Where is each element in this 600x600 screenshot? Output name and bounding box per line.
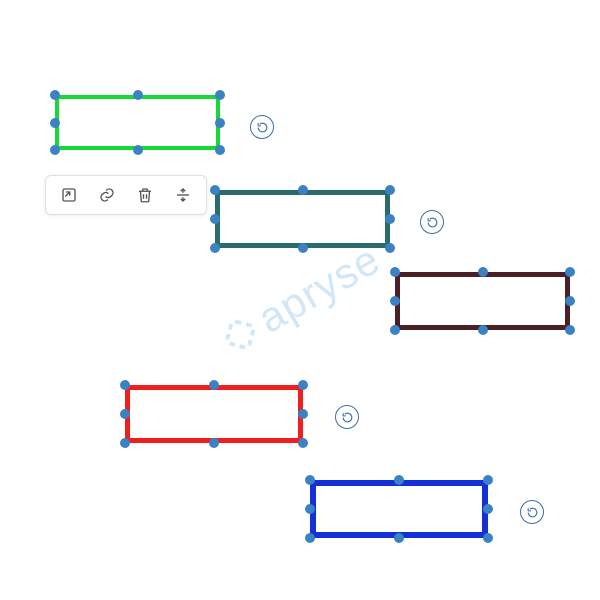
resize-handle[interactable] xyxy=(298,380,308,390)
resize-handle[interactable] xyxy=(50,90,60,100)
style-icon xyxy=(60,186,78,204)
resize-handle[interactable] xyxy=(215,90,225,100)
resize-handle[interactable] xyxy=(133,90,143,100)
resize-handle[interactable] xyxy=(298,243,308,253)
link-icon xyxy=(98,186,116,204)
rotate-button[interactable] xyxy=(520,500,544,524)
rotate-icon xyxy=(256,121,269,134)
canvas[interactable]: apryse xyxy=(0,0,600,600)
resize-handle[interactable] xyxy=(305,504,315,514)
align-middle-button[interactable] xyxy=(164,180,202,210)
rotate-button[interactable] xyxy=(250,115,274,139)
resize-handle[interactable] xyxy=(210,185,220,195)
annotation-toolbar xyxy=(45,175,207,215)
resize-handle[interactable] xyxy=(210,243,220,253)
rotate-button[interactable] xyxy=(335,405,359,429)
rotate-icon xyxy=(341,411,354,424)
resize-handle[interactable] xyxy=(394,533,404,543)
resize-handle[interactable] xyxy=(210,214,220,224)
resize-handle[interactable] xyxy=(215,145,225,155)
style-button[interactable] xyxy=(50,180,88,210)
resize-handle[interactable] xyxy=(390,267,400,277)
resize-handle[interactable] xyxy=(298,438,308,448)
resize-handle[interactable] xyxy=(483,504,493,514)
rotate-button[interactable] xyxy=(420,210,444,234)
shape-blue[interactable] xyxy=(310,480,488,538)
resize-handle[interactable] xyxy=(483,533,493,543)
resize-handle[interactable] xyxy=(390,296,400,306)
resize-handle[interactable] xyxy=(390,325,400,335)
resize-handle[interactable] xyxy=(478,267,488,277)
resize-handle[interactable] xyxy=(120,380,130,390)
watermark-text: apryse xyxy=(250,235,388,343)
resize-handle[interactable] xyxy=(565,296,575,306)
resize-handle[interactable] xyxy=(133,145,143,155)
resize-handle[interactable] xyxy=(209,438,219,448)
align-middle-icon xyxy=(174,186,192,204)
link-button[interactable] xyxy=(88,180,126,210)
resize-handle[interactable] xyxy=(478,325,488,335)
resize-handle[interactable] xyxy=(565,267,575,277)
resize-handle[interactable] xyxy=(483,475,493,485)
resize-handle[interactable] xyxy=(50,118,60,128)
resize-handle[interactable] xyxy=(385,185,395,195)
resize-handle[interactable] xyxy=(394,475,404,485)
resize-handle[interactable] xyxy=(565,325,575,335)
shape-green[interactable] xyxy=(55,95,220,150)
watermark-logo-icon xyxy=(214,309,266,361)
shape-teal[interactable] xyxy=(215,190,390,248)
resize-handle[interactable] xyxy=(305,533,315,543)
resize-handle[interactable] xyxy=(385,243,395,253)
rotate-icon xyxy=(426,216,439,229)
shape-red[interactable] xyxy=(125,385,303,443)
delete-button[interactable] xyxy=(126,180,164,210)
rotate-icon xyxy=(526,506,539,519)
resize-handle[interactable] xyxy=(209,380,219,390)
shape-maroon[interactable] xyxy=(395,272,570,330)
resize-handle[interactable] xyxy=(120,438,130,448)
watermark: apryse xyxy=(212,235,388,365)
resize-handle[interactable] xyxy=(50,145,60,155)
trash-icon xyxy=(136,186,154,204)
resize-handle[interactable] xyxy=(120,409,130,419)
resize-handle[interactable] xyxy=(298,185,308,195)
resize-handle[interactable] xyxy=(298,409,308,419)
resize-handle[interactable] xyxy=(215,118,225,128)
resize-handle[interactable] xyxy=(385,214,395,224)
resize-handle[interactable] xyxy=(305,475,315,485)
